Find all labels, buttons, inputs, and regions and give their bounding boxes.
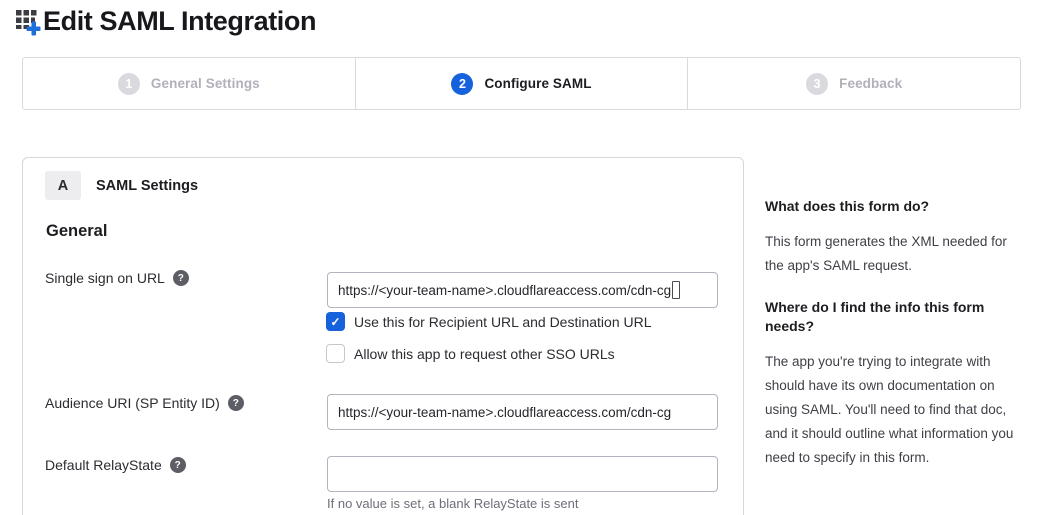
sidebar-answer-1: This form generates the XML needed for t… [765, 230, 1017, 278]
recipient-url-checkbox-label: Use this for Recipient URL and Destinati… [354, 314, 652, 330]
sidebar-answer-2: The app you're trying to integrate with … [765, 350, 1017, 470]
sso-url-label: Single sign on URL [45, 270, 165, 286]
sidebar-question-2: Where do I find the info this form needs… [765, 298, 1017, 335]
help-icon[interactable]: ? [228, 395, 244, 411]
step-label: Feedback [839, 76, 902, 91]
step-number-badge: 1 [118, 73, 140, 95]
other-sso-checkbox[interactable] [326, 344, 345, 363]
step-tabs: 1 General Settings 2 Configure SAML 3 Fe… [22, 57, 1021, 110]
section-badge-a: A [45, 171, 81, 200]
saml-settings-panel: A SAML Settings General Single sign on U… [22, 157, 744, 515]
audience-uri-input[interactable]: https://<your-team-name>.cloudflareacces… [327, 394, 718, 430]
step-number-badge: 2 [451, 73, 473, 95]
tab-general-settings[interactable]: 1 General Settings [23, 58, 355, 109]
step-number-badge: 3 [806, 73, 828, 95]
relaystate-label-row: Default RelayState ? [45, 457, 186, 473]
tab-feedback[interactable]: 3 Feedback [687, 58, 1020, 109]
step-label: General Settings [151, 76, 260, 91]
group-heading-general: General [46, 222, 107, 241]
audience-uri-value: https://<your-team-name>.cloudflareacces… [338, 405, 671, 420]
section-title: SAML Settings [96, 178, 198, 194]
relaystate-input[interactable] [327, 456, 718, 492]
recipient-url-checkbox[interactable]: ✓ [326, 312, 345, 331]
page-title: Edit SAML Integration [43, 6, 316, 37]
sso-url-input[interactable]: https://<your-team-name>.cloudflareacces… [327, 272, 718, 308]
sidebar-question-1: What does this form do? [765, 197, 929, 216]
other-sso-checkbox-label: Allow this app to request other SSO URLs [354, 346, 615, 362]
tab-configure-saml[interactable]: 2 Configure SAML [355, 58, 688, 109]
relaystate-label: Default RelayState [45, 457, 162, 473]
other-sso-checkbox-row: Allow this app to request other SSO URLs [326, 344, 615, 363]
add-app-grid-icon [15, 9, 42, 36]
text-cursor [672, 281, 680, 299]
audience-uri-label: Audience URI (SP Entity ID) [45, 395, 220, 411]
audience-uri-label-row: Audience URI (SP Entity ID) ? [45, 395, 244, 411]
help-icon[interactable]: ? [170, 457, 186, 473]
relaystate-helper-text: If no value is set, a blank RelayState i… [327, 496, 578, 511]
recipient-url-checkbox-row: ✓ Use this for Recipient URL and Destina… [326, 312, 652, 331]
section-header: A SAML Settings [45, 171, 198, 200]
step-label: Configure SAML [484, 76, 591, 91]
sso-url-label-row: Single sign on URL ? [45, 270, 189, 286]
help-icon[interactable]: ? [173, 270, 189, 286]
sso-url-value: https://<your-team-name>.cloudflareacces… [338, 283, 671, 298]
page-header: Edit SAML Integration [15, 6, 316, 37]
